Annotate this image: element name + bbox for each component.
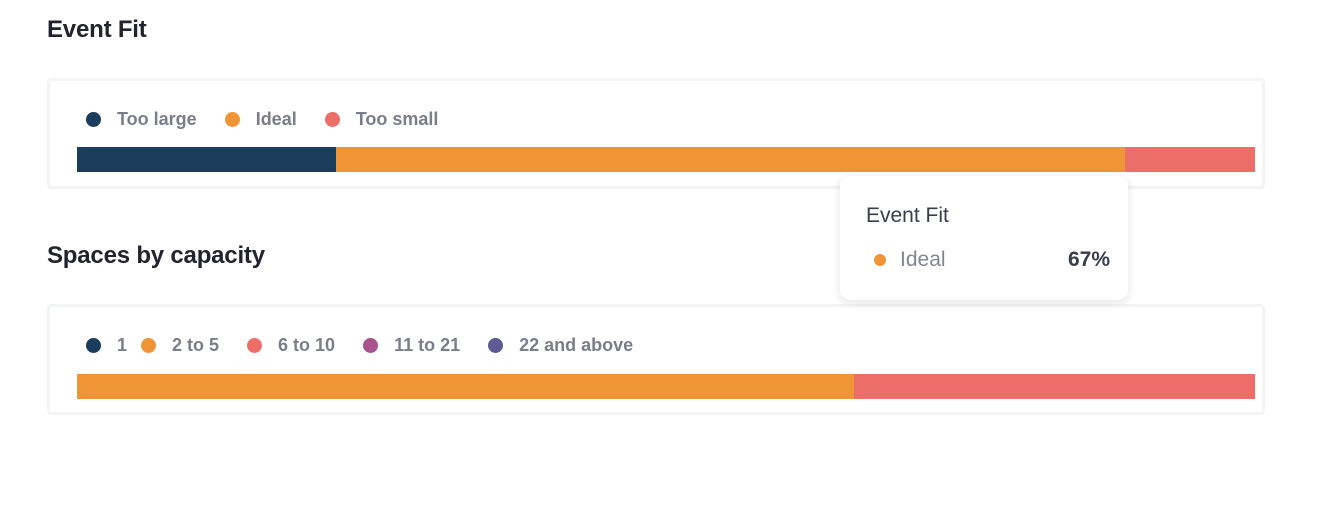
legend-label: 11 to 21: [394, 335, 461, 355]
spaces-by-capacity-card: 1 2 to 5 6 to 10 11 to 21 22 and above: [47, 304, 1265, 415]
tooltip-row: Ideal 67%: [874, 248, 1110, 272]
legend-item[interactable]: Too small: [324, 109, 439, 130]
legend-dot-icon: [86, 112, 101, 127]
legend-label: 22 and above: [519, 335, 634, 355]
legend-item[interactable]: Ideal: [224, 109, 297, 130]
bar-segment[interactable]: [77, 147, 337, 172]
legend-label: 6 to 10: [278, 335, 336, 355]
event-fit-card: Too large Ideal Too small: [47, 78, 1265, 189]
legend-dot-icon: [141, 338, 157, 353]
legend-label: Too large: [117, 109, 197, 129]
tooltip-value: 67%: [1067, 248, 1110, 271]
legend-dot-icon: [86, 338, 101, 353]
spaces-by-capacity-legend: 1 2 to 5 6 to 10 11 to 21 22 and above: [86, 335, 661, 356]
legend-item[interactable]: 6 to 10: [247, 335, 335, 356]
bar-segment[interactable]: [854, 374, 1255, 399]
bar-segment[interactable]: [1125, 147, 1255, 172]
legend-dot-icon: [363, 338, 379, 353]
legend-label: Too small: [355, 109, 439, 129]
event-fit-bar[interactable]: [77, 147, 1255, 172]
tooltip-title: Event Fit: [866, 204, 949, 227]
legend-dot-icon: [224, 112, 240, 127]
legend-label: 2 to 5: [172, 335, 220, 355]
legend-dot-icon: [488, 338, 504, 353]
bar-segment[interactable]: [77, 374, 855, 399]
event-fit-title: Event Fit: [47, 16, 147, 43]
spaces-by-capacity-title: Spaces by capacity: [47, 242, 265, 269]
legend-dot-icon: [324, 112, 340, 127]
legend-item[interactable]: 11 to 21: [363, 335, 460, 356]
legend-item[interactable]: 1: [86, 335, 127, 356]
legend-label: 1: [117, 335, 128, 355]
event-fit-legend: Too large Ideal Too small: [86, 109, 466, 130]
bar-segment[interactable]: [336, 147, 1126, 172]
tooltip-dot-icon: [874, 254, 886, 266]
legend-item[interactable]: Too large: [86, 109, 197, 130]
chart-tooltip: Event Fit Ideal 67%: [840, 176, 1128, 300]
legend-item[interactable]: 2 to 5: [141, 335, 219, 356]
tooltip-label: Ideal: [900, 248, 946, 271]
legend-label: Ideal: [255, 109, 297, 129]
spaces-by-capacity-bar[interactable]: [77, 374, 1255, 399]
legend-dot-icon: [247, 338, 263, 353]
legend-item[interactable]: 22 and above: [488, 335, 633, 356]
